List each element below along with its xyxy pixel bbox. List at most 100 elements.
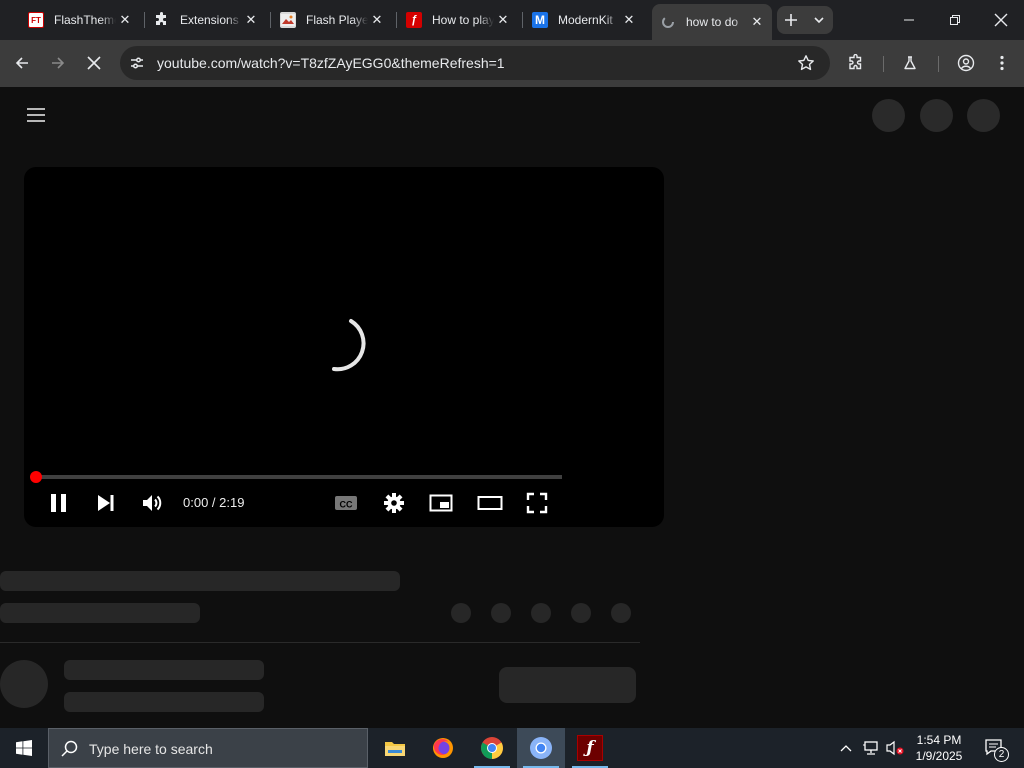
flash-icon: ƒ [577,735,603,761]
stop-loading-button[interactable] [79,48,109,78]
subtitles-button[interactable]: CC [334,492,358,514]
new-tab-group [777,6,833,34]
taskbar-chromium-active[interactable] [517,728,565,768]
volume-button[interactable] [883,728,907,768]
close-icon [87,56,101,70]
more-vert-icon [1000,55,1004,71]
forward-button[interactable] [43,48,73,78]
chromium-icon [530,737,552,759]
tab-separator [396,12,397,28]
windows-logo-icon [16,740,32,756]
close-icon[interactable]: ✕ [620,11,638,29]
taskbar-chrome[interactable] [468,728,516,768]
site-info-button[interactable] [122,48,152,78]
tab-title: how to do [686,15,739,29]
address-bar[interactable]: youtube.com/watch?v=T8zfZAyEGG0&themeRef… [120,46,830,80]
taskbar-search-box[interactable]: Type here to search [48,728,368,768]
browser-tab-strip: FT FlashThemes ✕ Extensions ✕ Flash Play… [0,0,1024,40]
taskbar-firefox[interactable] [419,728,467,768]
labs-button[interactable] [895,48,925,78]
browser-menu-button[interactable] [987,48,1017,78]
flash-player-site-icon [280,12,296,28]
minimize-button[interactable] [886,0,932,40]
taskbar-flash-player[interactable]: ƒ [566,728,614,768]
tab-flashthemes[interactable]: FT FlashThemes ✕ [20,6,140,34]
tab-separator [144,12,145,28]
tab-flash-player[interactable]: Flash Player ✕ [272,6,392,34]
network-button[interactable] [859,728,883,768]
loading-spinner-icon [332,319,366,372]
back-button[interactable] [7,48,37,78]
tune-icon [131,57,143,69]
tab-title: Extensions [180,13,239,27]
theater-mode-button[interactable] [477,492,503,514]
close-icon[interactable]: ✕ [368,11,386,29]
close-icon[interactable]: ✕ [242,11,260,29]
firefox-icon [433,738,453,758]
skip-next-icon [98,495,114,511]
loading-icon [660,14,676,30]
restore-button[interactable] [932,0,978,40]
flash-icon: ƒ [406,12,422,28]
puzzle-icon [154,12,170,28]
tab-title: Flash Player [306,13,368,27]
progress-bar[interactable] [30,471,562,483]
close-window-button[interactable] [978,0,1024,40]
progress-scrubber[interactable] [30,471,42,483]
tab-search-button[interactable] [805,6,833,34]
tab-modernkit[interactable]: M ModernKit ✕ [524,6,644,34]
close-icon [994,13,1008,27]
header-placeholder-button [920,99,953,132]
notification-count-badge: 2 [994,747,1009,762]
theater-mode-icon [477,496,503,510]
miniplayer-button[interactable] [429,492,453,514]
volume-icon [143,495,162,511]
desktop-screen: FT FlashThemes ✕ Extensions ✕ Flash Play… [0,0,1024,768]
close-icon[interactable]: ✕ [116,11,134,29]
star-icon [798,55,814,71]
fullscreen-icon [526,492,548,514]
chevron-up-icon [840,745,852,752]
pause-icon [51,494,66,512]
next-button[interactable] [95,492,117,514]
pause-button[interactable] [48,492,70,514]
start-button[interactable] [0,728,48,768]
taskbar-file-explorer[interactable] [371,728,419,768]
modernkit-icon: M [532,12,548,28]
windows-taskbar: Type here to search ƒ 1:54 PM 1/9/2025 2 [0,728,1024,768]
flashthemes-icon: FT [28,12,44,28]
toolbar-separator [938,56,939,72]
chrome-icon [481,737,503,759]
gear-icon [384,493,404,513]
action-center-button[interactable]: 2 [978,728,1012,768]
show-hidden-icons-button[interactable] [835,728,857,768]
svg-text:CC: CC [340,500,353,510]
speaker-muted-icon [886,740,904,756]
close-icon[interactable]: ✕ [748,13,766,31]
folder-icon [385,742,405,756]
action-placeholder [571,603,591,623]
action-placeholder [451,603,471,623]
guide-menu-button[interactable] [20,99,52,131]
extensions-button[interactable] [841,48,871,78]
close-icon[interactable]: ✕ [494,11,512,29]
tab-how-to-play[interactable]: ƒ How to play ✕ [398,6,518,34]
bookmark-button[interactable] [791,48,821,78]
video-player[interactable]: 0:00 / 2:19 CC [24,167,664,527]
plus-icon [785,14,797,26]
channel-meta-placeholder [64,692,264,712]
header-placeholder-avatar [967,99,1000,132]
tab-youtube-active[interactable]: how to do ✕ [652,4,772,40]
settings-button[interactable] [382,492,406,514]
new-tab-button[interactable] [777,6,805,34]
toolbar-separator [883,56,884,72]
hamburger-menu-icon [27,108,45,122]
network-icon [863,741,878,755]
restore-icon [950,15,960,25]
time-display: 0:00 / 2:19 [183,495,245,510]
tab-extensions[interactable]: Extensions ✕ [146,6,266,34]
mute-button[interactable] [141,492,165,514]
fullscreen-button[interactable] [526,492,548,514]
profile-button[interactable] [951,48,981,78]
taskbar-clock[interactable]: 1:54 PM 1/9/2025 [906,732,972,764]
